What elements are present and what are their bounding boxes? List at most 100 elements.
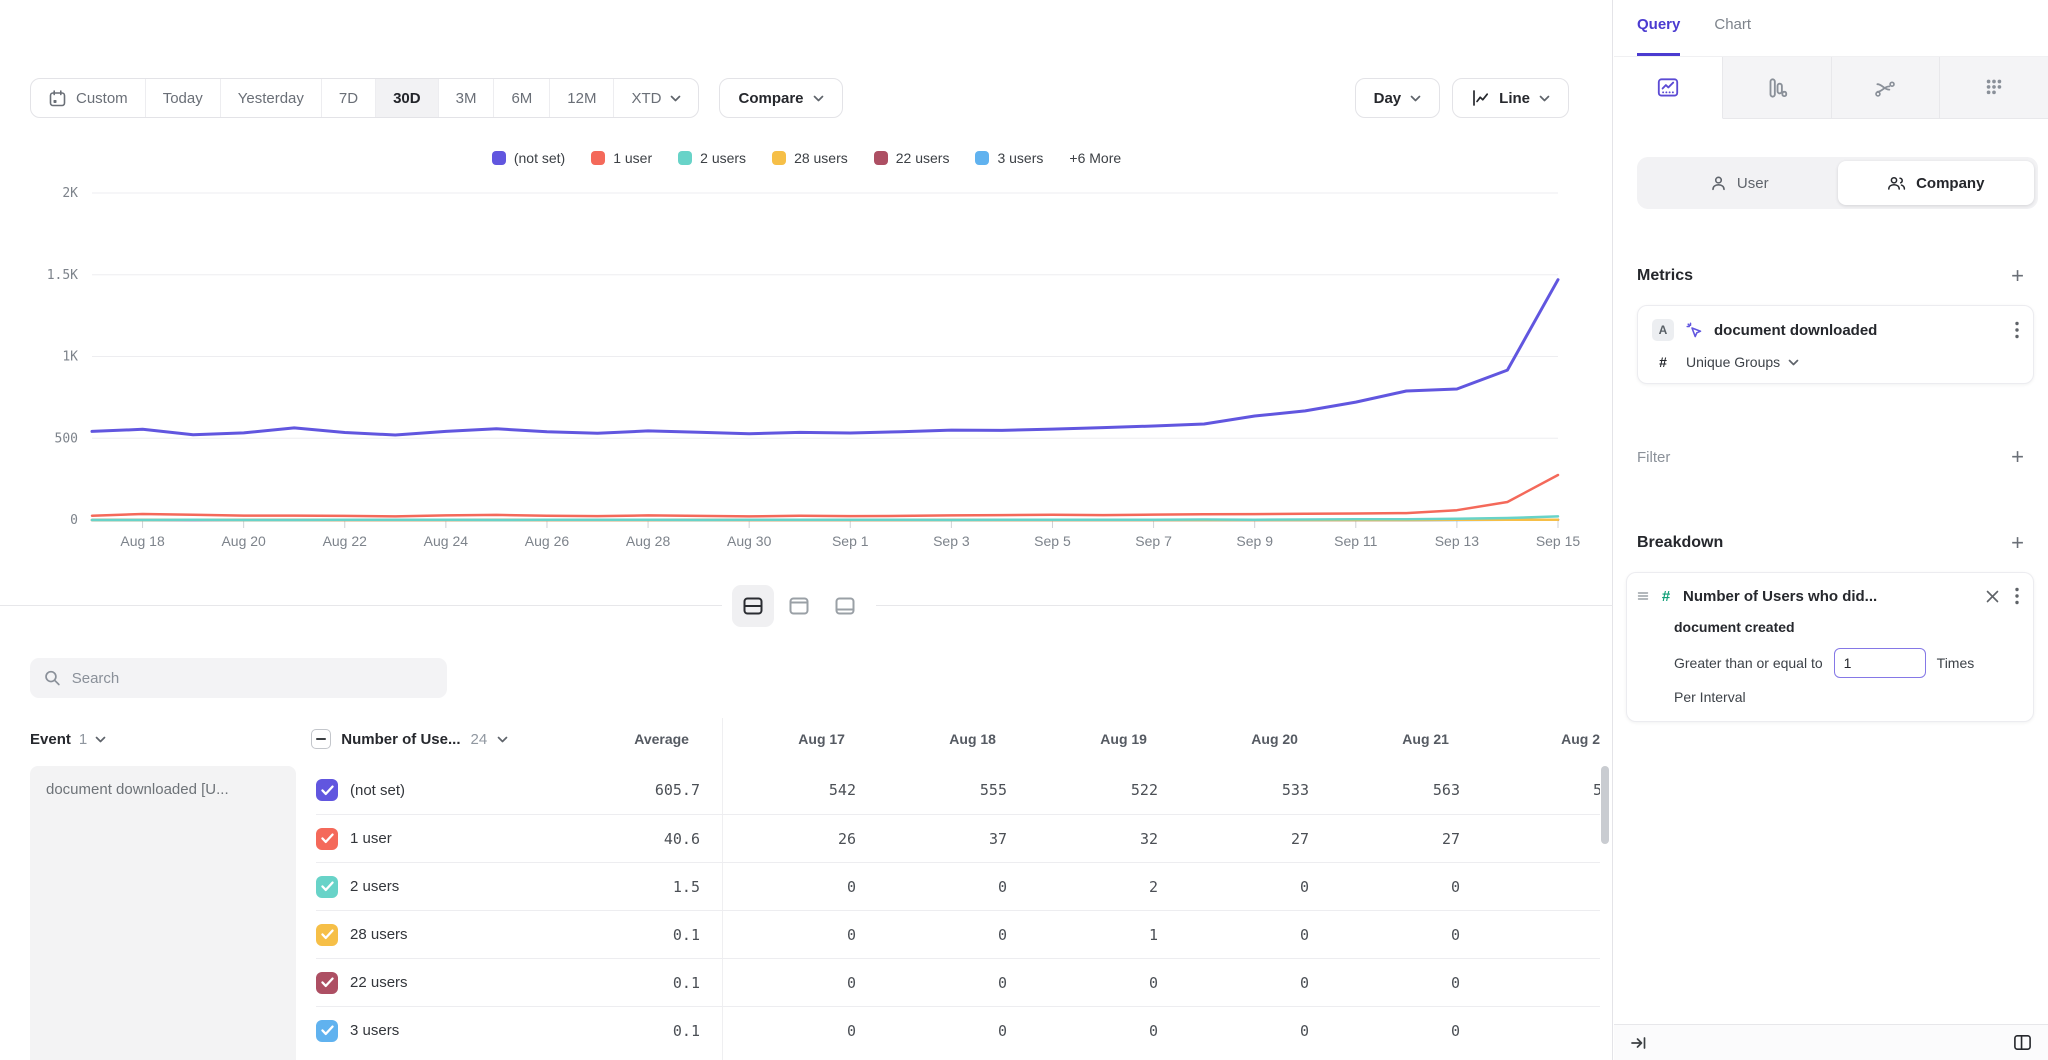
series-column-count: 24 [470, 731, 487, 748]
range-label: 30D [393, 90, 421, 107]
cell-value: 0 [1460, 974, 1600, 992]
range-today[interactable]: Today [146, 79, 221, 117]
legend-label: 28 users [794, 150, 848, 166]
close-icon[interactable] [1986, 590, 1999, 603]
numeric-property-icon: # [1657, 588, 1675, 605]
interval-button-label: Day [1374, 90, 1402, 107]
legend-item[interactable]: 28 users [772, 150, 848, 166]
cell-value: 533 [1158, 781, 1309, 799]
table-only-view-icon [833, 594, 857, 618]
toggle-sidebar-icon[interactable] [2012, 1033, 2033, 1052]
x-axis-label: Sep 15 [1536, 533, 1581, 549]
series-checkbox[interactable] [316, 876, 338, 898]
legend-item[interactable]: (not set) [492, 150, 565, 166]
filter-heading: Filter [1637, 449, 1670, 466]
range-label: Yesterday [238, 90, 304, 107]
scope-toggle-company[interactable]: Company [1838, 161, 2035, 205]
range-7d[interactable]: 7D [322, 79, 376, 117]
range-yesterday[interactable]: Yesterday [221, 79, 322, 117]
chart-type-tab-bar[interactable] [1723, 57, 1832, 119]
cell-value: 0 [700, 974, 856, 992]
cell-value: 0 [856, 926, 1007, 944]
series-checkbox[interactable] [316, 779, 338, 801]
metric-menu-icon[interactable] [2015, 321, 2019, 339]
measure-selector[interactable]: Unique Groups [1686, 354, 1799, 370]
average-value: 0.1 [566, 1022, 700, 1040]
event-column-header[interactable]: Event 1 [30, 731, 311, 748]
series-checkbox[interactable] [316, 1020, 338, 1042]
series-label: 3 users [350, 1022, 399, 1039]
measure-label: Unique Groups [1686, 354, 1780, 370]
x-axis-label: Aug 26 [525, 533, 570, 549]
legend-item[interactable]: 3 users [975, 150, 1043, 166]
breakdown-heading: Breakdown [1637, 534, 1723, 552]
add-metric-button[interactable]: + [2011, 265, 2024, 287]
range-xtd[interactable]: XTD [614, 79, 698, 117]
scope-toggle: User Company [1637, 157, 2038, 209]
range-12m[interactable]: 12M [550, 79, 614, 117]
chart-type-tab-flow[interactable] [1832, 57, 1941, 119]
x-axis-label: Sep 3 [933, 533, 970, 549]
table-scrollbar[interactable] [1601, 766, 1609, 844]
chevron-down-icon [95, 736, 106, 743]
panel-bottom-bar [1614, 1024, 2048, 1060]
range-30d[interactable]: 30D [376, 79, 439, 117]
range-label: 6M [511, 90, 532, 107]
date-column-header: Aug 18 [845, 731, 996, 747]
breakdown-value-input[interactable] [1834, 648, 1926, 678]
table-row: (not set)605.754255552253356353 [316, 766, 1600, 814]
split-view-toggle[interactable] [732, 585, 774, 627]
chevron-down-icon [497, 736, 508, 743]
range-custom[interactable]: Custom [31, 79, 146, 117]
tab-query[interactable]: Query [1637, 16, 1680, 56]
query-panel: Query Chart User Company [1614, 0, 2048, 1060]
compare-button[interactable]: Compare [719, 78, 842, 118]
legend-swatch [492, 151, 506, 165]
legend-item[interactable]: 22 users [874, 150, 950, 166]
search-input[interactable] [72, 670, 433, 687]
series-column-header[interactable]: Number of Use... 24 [311, 729, 557, 749]
x-axis-label: Sep 9 [1236, 533, 1273, 549]
x-axis-label: Sep 13 [1435, 533, 1480, 549]
select-all-checkbox[interactable] [311, 729, 331, 749]
scope-toggle-user[interactable]: User [1641, 161, 1838, 205]
chart-type-tab-more[interactable] [1940, 57, 2048, 119]
legend-label: 22 users [896, 150, 950, 166]
breakdown-menu-icon[interactable] [2015, 587, 2019, 605]
x-axis-label: Aug 24 [424, 533, 469, 549]
chart-only-view-toggle[interactable] [778, 585, 820, 627]
collapse-panel-icon[interactable] [1629, 1034, 1648, 1052]
chart-type-button[interactable]: Line [1452, 78, 1569, 118]
x-axis-label: Aug 30 [727, 533, 772, 549]
legend-item[interactable]: 1 user [591, 150, 652, 166]
y-axis-label: 1K [62, 350, 78, 365]
event-cell[interactable]: document downloaded [U... [30, 766, 296, 1060]
chart-type-tab-line[interactable] [1614, 57, 1723, 119]
series-checkbox[interactable] [316, 972, 338, 994]
range-label: 12M [567, 90, 596, 107]
legend-more-link[interactable]: +6 More [1069, 150, 1121, 166]
range-label: Custom [76, 90, 128, 107]
breakdown-card[interactable]: # Number of Users who did... document cr… [1626, 572, 2034, 722]
chart-only-view-icon [787, 594, 811, 618]
range-label: 7D [339, 90, 358, 107]
legend-item[interactable]: 2 users [678, 150, 746, 166]
range-label: 3M [456, 90, 477, 107]
table-only-view-toggle[interactable] [824, 585, 866, 627]
metric-event-name: document downloaded [1714, 322, 2005, 339]
range-6m[interactable]: 6M [494, 79, 550, 117]
interval-button[interactable]: Day [1355, 78, 1441, 118]
add-filter-button[interactable]: + [2011, 446, 2024, 468]
tab-chart[interactable]: Chart [1714, 16, 1751, 56]
series-checkbox[interactable] [316, 924, 338, 946]
date-column-header: Aug 2 [1449, 731, 1600, 747]
range-3m[interactable]: 3M [439, 79, 495, 117]
metric-card[interactable]: A document downloaded # Unique Groups [1637, 305, 2034, 384]
x-axis-label: Sep 7 [1135, 533, 1172, 549]
compare-button-label: Compare [738, 90, 803, 107]
add-breakdown-button[interactable]: + [2011, 532, 2024, 554]
chart-legend: (not set) 1 user 2 users 28 users 22 users 3 … [0, 150, 1613, 166]
drag-handle-icon[interactable] [1637, 591, 1649, 601]
series-checkbox[interactable] [316, 828, 338, 850]
legend-label: 1 user [613, 150, 652, 166]
